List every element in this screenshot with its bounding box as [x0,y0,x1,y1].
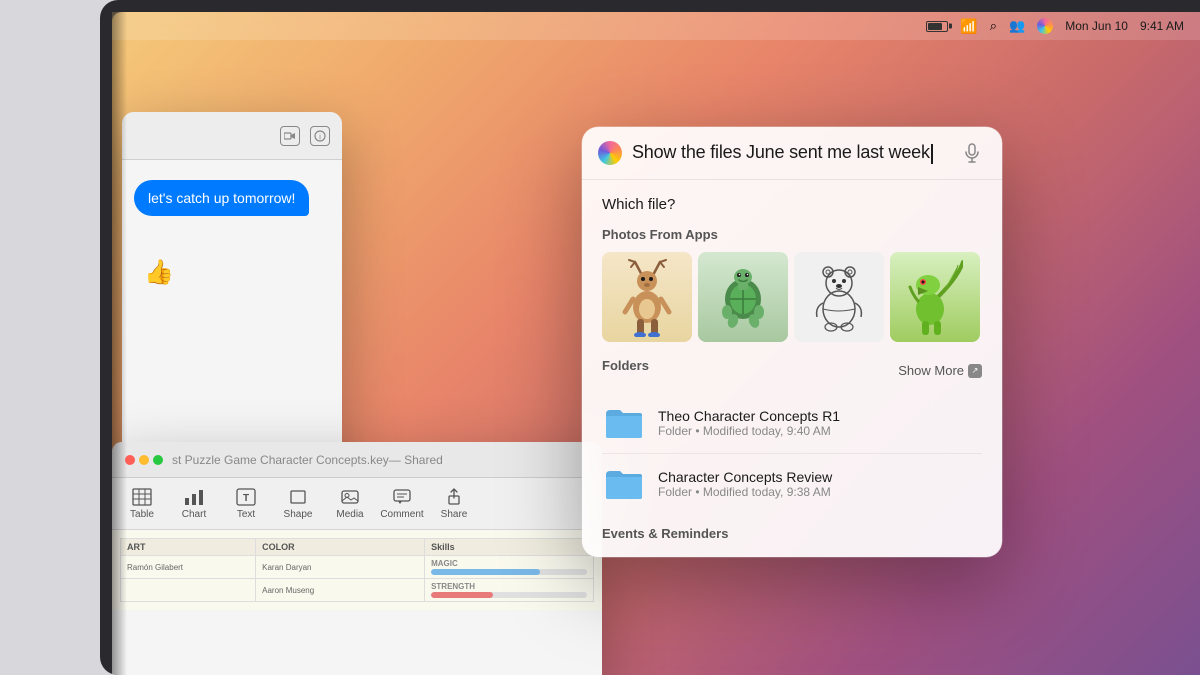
keynote-tool-media[interactable]: Media [324,480,376,528]
text-tool-icon: T [236,488,256,506]
table-icon [132,488,152,506]
keynote-content: ART COLOR Skills Ramón Gilabert Karan Da… [112,530,602,610]
info-icon[interactable]: i [310,126,330,146]
chart-icon [184,488,204,506]
keynote-tool-share[interactable]: Share [428,480,480,528]
video-icon[interactable] [280,126,300,146]
table-header-skills: Skills [425,539,594,556]
wifi-icon: 📶 [960,18,977,35]
menu-bar-time: 9:41 AM [1140,19,1184,33]
lizard-character-svg [908,257,963,337]
show-more-arrow-icon: ↗ [968,364,982,378]
photo-thumb-lizard[interactable] [890,252,980,342]
folder-info-2: Character Concepts Review Folder • Modif… [658,469,982,499]
show-more-link[interactable]: Show More ↗ [898,363,982,378]
folders-header: Folders Show More ↗ [602,358,982,383]
svg-text:T: T [243,493,249,504]
keynote-tool-comment[interactable]: Comment [376,480,428,528]
keynote-tool-chart[interactable]: Chart [168,480,220,528]
turtle-character-svg [711,257,776,337]
menu-bar-date: Mon Jun 10 [1065,19,1128,33]
microphone-icon[interactable] [958,139,986,167]
photos-grid [602,252,982,342]
folders-section-label: Folders [602,358,649,373]
photos-section: Photos From Apps [602,227,982,342]
folder-item-2[interactable]: Character Concepts Review Folder • Modif… [602,454,982,514]
keynote-titlebar: st Puzzle Game Character Concepts.key— S… [112,442,602,478]
screen: 📶 ⌕ 👥 Mon Jun 10 9:41 AM i let's catch u… [112,12,1200,675]
table-cell-strength: STRENGTH [425,579,594,602]
photo-thumb-bear[interactable] [794,252,884,342]
siri-icon [598,141,622,165]
photos-section-label: Photos From Apps [602,227,982,242]
user-switch-icon[interactable]: 👥 [1009,18,1025,34]
bear-character-svg [807,257,872,337]
table-header-art: ART [121,539,256,556]
deer-character-svg [615,257,680,337]
keynote-toolbar: Table Chart T Text Shape Media [112,478,602,530]
table-cell-color1: Karan Daryan [256,556,425,579]
macbook-frame: 📶 ⌕ 👥 Mon Jun 10 9:41 AM i let's catch u… [100,0,1200,675]
svg-text:i: i [319,132,321,141]
keynote-window: st Puzzle Game Character Concepts.key— S… [112,442,602,675]
folder-item-1[interactable]: Theo Character Concepts R1 Folder • Modi… [602,393,982,454]
spotlight-query-text: Show the files June sent me last week [632,142,930,162]
folder-name-2: Character Concepts Review [658,469,982,485]
share-icon [445,488,463,506]
spotlight-search-bar[interactable]: Show the files June sent me last week [582,127,1002,180]
table-cell-artist2 [121,579,256,602]
keynote-tool-table[interactable]: Table [116,480,168,528]
shape-icon [288,488,308,506]
photo-thumb-deer[interactable] [602,252,692,342]
media-icon [340,488,360,506]
photo-thumb-turtle[interactable] [698,252,788,342]
table-cell-artist1: Ramón Gilabert [121,556,256,579]
keynote-title: st Puzzle Game Character Concepts.key— S… [172,453,590,467]
table-cell-magic: MAGIC [425,556,594,579]
keynote-table: ART COLOR Skills Ramón Gilabert Karan Da… [120,538,594,602]
folders-section: Folders Show More ↗ [602,358,982,514]
table-header-color: COLOR [256,539,425,556]
spotlight-panel: Show the files June sent me last week Wh… [582,127,1002,557]
messages-content: let's catch up tomorrow! 👍 [122,160,342,307]
siri-menu-icon[interactable] [1037,18,1053,34]
folder-meta-2: Folder • Modified today, 9:38 AM [658,485,982,499]
table-cell-color2: Aaron Museng [256,579,425,602]
thumbs-up-reaction: 👍 [144,258,330,287]
keynote-tool-shape[interactable]: Shape [272,480,324,528]
folder-icon-2 [602,462,646,506]
keynote-tool-text[interactable]: T Text [220,480,272,528]
message-bubble: let's catch up tomorrow! [134,180,309,216]
folder-svg-1 [604,406,644,440]
spotlight-results: Which file? Photos From Apps [582,180,1002,557]
folder-meta-1: Folder • Modified today, 9:40 AM [658,424,982,438]
battery-icon [926,21,948,32]
events-section-label: Events & Reminders [602,526,982,541]
folder-icon-1 [602,401,646,445]
show-more-text: Show More [898,363,964,378]
comment-icon [392,488,412,506]
folder-svg-2 [604,467,644,501]
which-file-label: Which file? [602,196,982,213]
messages-toolbar: i [122,112,342,160]
menu-bar: 📶 ⌕ 👥 Mon Jun 10 9:41 AM [112,12,1200,40]
folder-info-1: Theo Character Concepts R1 Folder • Modi… [658,408,982,438]
search-icon[interactable]: ⌕ [990,18,997,34]
text-cursor [931,144,933,164]
folder-name-1: Theo Character Concepts R1 [658,408,982,424]
spotlight-input[interactable]: Show the files June sent me last week [632,142,948,163]
